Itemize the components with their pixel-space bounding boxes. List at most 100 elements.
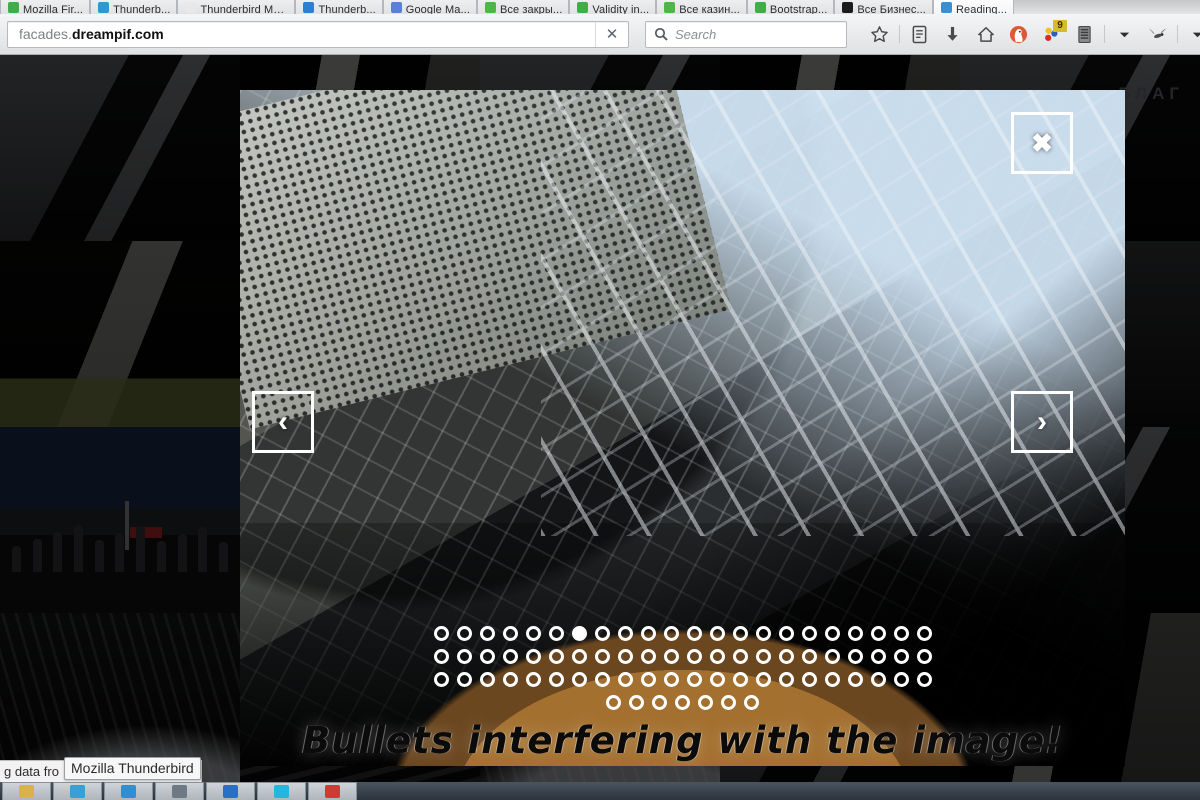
bullet[interactable]	[709, 672, 725, 687]
bullet[interactable]	[548, 626, 564, 641]
bullet[interactable]	[870, 672, 886, 687]
gallery-thumbnail[interactable]	[0, 55, 240, 241]
bullet[interactable]	[663, 672, 679, 687]
bookmark-star-icon[interactable]	[863, 19, 896, 49]
menu-chevron-icon[interactable]	[1181, 19, 1200, 49]
bullet[interactable]	[525, 672, 541, 687]
bullet[interactable]	[709, 626, 725, 641]
gallery-thumbnail[interactable]	[0, 241, 240, 427]
address-bar-text[interactable]: facades.dreampif.com	[8, 26, 595, 42]
bullet[interactable]	[801, 626, 817, 641]
bullet[interactable]	[479, 672, 495, 687]
taskbar-item-thunderbird[interactable]	[206, 782, 255, 800]
bullet[interactable]	[824, 626, 840, 641]
bullet[interactable]	[479, 626, 495, 641]
search-input-placeholder[interactable]: Search	[675, 27, 716, 42]
bullet[interactable]	[456, 626, 472, 641]
bullet[interactable]	[870, 626, 886, 641]
bullet[interactable]	[824, 649, 840, 664]
bullet[interactable]	[571, 672, 587, 687]
clipboard-manager-icon[interactable]	[1068, 19, 1101, 49]
home-icon[interactable]	[969, 19, 1002, 49]
bullet[interactable]	[847, 672, 863, 687]
bullet[interactable]	[640, 672, 656, 687]
bullet[interactable]	[502, 649, 518, 664]
search-bar[interactable]: Search	[645, 20, 847, 48]
browser-tab-6[interactable]: Validity in...	[569, 0, 657, 14]
bullet[interactable]	[721, 695, 736, 710]
bullet[interactable]	[755, 672, 771, 687]
bullet[interactable]	[502, 626, 518, 641]
browser-tab-strip[interactable]: Mozilla Fir... Thunderb... Thunderbird Ma.…	[0, 0, 1200, 15]
bullet[interactable]	[916, 672, 932, 687]
bullet[interactable]	[893, 626, 909, 641]
duckduckgo-icon[interactable]	[1002, 19, 1035, 49]
bullet[interactable]	[571, 649, 587, 664]
bullet[interactable]	[755, 626, 771, 641]
bullet[interactable]	[778, 672, 794, 687]
bullet[interactable]	[663, 626, 679, 641]
bullet[interactable]	[698, 695, 713, 710]
bullet[interactable]	[640, 649, 656, 664]
extension-balloons-icon[interactable]: 9	[1035, 19, 1068, 49]
bullet[interactable]	[847, 626, 863, 641]
bullet[interactable]	[801, 649, 817, 664]
bullet[interactable]	[675, 695, 690, 710]
bullet-active[interactable]	[571, 626, 587, 641]
bullet[interactable]	[732, 626, 748, 641]
bullet[interactable]	[652, 695, 667, 710]
reader-list-icon[interactable]	[903, 19, 936, 49]
bullet[interactable]	[778, 649, 794, 664]
browser-tab-10[interactable]: Reading...	[932, 0, 1015, 14]
browser-tab-4[interactable]: Google Ma...	[382, 0, 477, 14]
overflow-chevron-icon[interactable]	[1108, 19, 1141, 49]
bullet[interactable]	[801, 672, 817, 687]
browser-tab-0[interactable]: Mozilla Fir...	[0, 0, 91, 14]
stop-loading-button[interactable]: ✕	[595, 21, 628, 47]
bullet[interactable]	[847, 649, 863, 664]
bullet[interactable]	[663, 649, 679, 664]
taskbar-item-folder[interactable]	[2, 782, 51, 800]
taskbar-item-firefox[interactable]	[53, 782, 102, 800]
mosquito-icon[interactable]	[1141, 19, 1174, 49]
bullet[interactable]	[433, 626, 449, 641]
taskbar-item-terminal[interactable]	[257, 782, 306, 800]
bullet[interactable]	[709, 649, 725, 664]
browser-tab-7[interactable]: Все казин...	[656, 0, 747, 14]
close-icon[interactable]: ✖	[1011, 112, 1073, 174]
bullet[interactable]	[640, 626, 656, 641]
next-arrow-icon[interactable]: ›	[1011, 391, 1073, 453]
bullet[interactable]	[617, 649, 633, 664]
browser-tab-8[interactable]: Bootstrap...	[746, 0, 835, 14]
bullet[interactable]	[686, 672, 702, 687]
bullet[interactable]	[617, 626, 633, 641]
bullet[interactable]	[456, 649, 472, 664]
bullet[interactable]	[594, 626, 610, 641]
prev-arrow-icon[interactable]: ‹	[252, 391, 314, 453]
bullet[interactable]	[525, 649, 541, 664]
browser-tab-9[interactable]: Все Бизнес...	[834, 0, 933, 14]
bullet[interactable]	[732, 672, 748, 687]
bullet[interactable]	[686, 626, 702, 641]
bullet[interactable]	[548, 649, 564, 664]
address-bar[interactable]: facades.dreampif.com ✕	[7, 20, 629, 48]
bullet[interactable]	[824, 672, 840, 687]
bullet[interactable]	[744, 695, 759, 710]
taskbar-item-pdf[interactable]	[308, 782, 357, 800]
bullet[interactable]	[870, 649, 886, 664]
bullet[interactable]	[893, 672, 909, 687]
bullet[interactable]	[433, 672, 449, 687]
bullet[interactable]	[502, 672, 518, 687]
bullet[interactable]	[916, 649, 932, 664]
bullet[interactable]	[525, 626, 541, 641]
bullet[interactable]	[755, 649, 771, 664]
gallery-thumbnail[interactable]	[0, 427, 240, 613]
browser-tab-2[interactable]: Thunderbird Ma...	[177, 0, 296, 14]
bullet[interactable]	[686, 649, 702, 664]
browser-tab-1[interactable]: Thunderb...	[90, 0, 178, 14]
bullet[interactable]	[479, 649, 495, 664]
os-taskbar[interactable]	[0, 782, 1200, 800]
bullet[interactable]	[594, 649, 610, 664]
bullet[interactable]	[433, 649, 449, 664]
bullet[interactable]	[594, 672, 610, 687]
